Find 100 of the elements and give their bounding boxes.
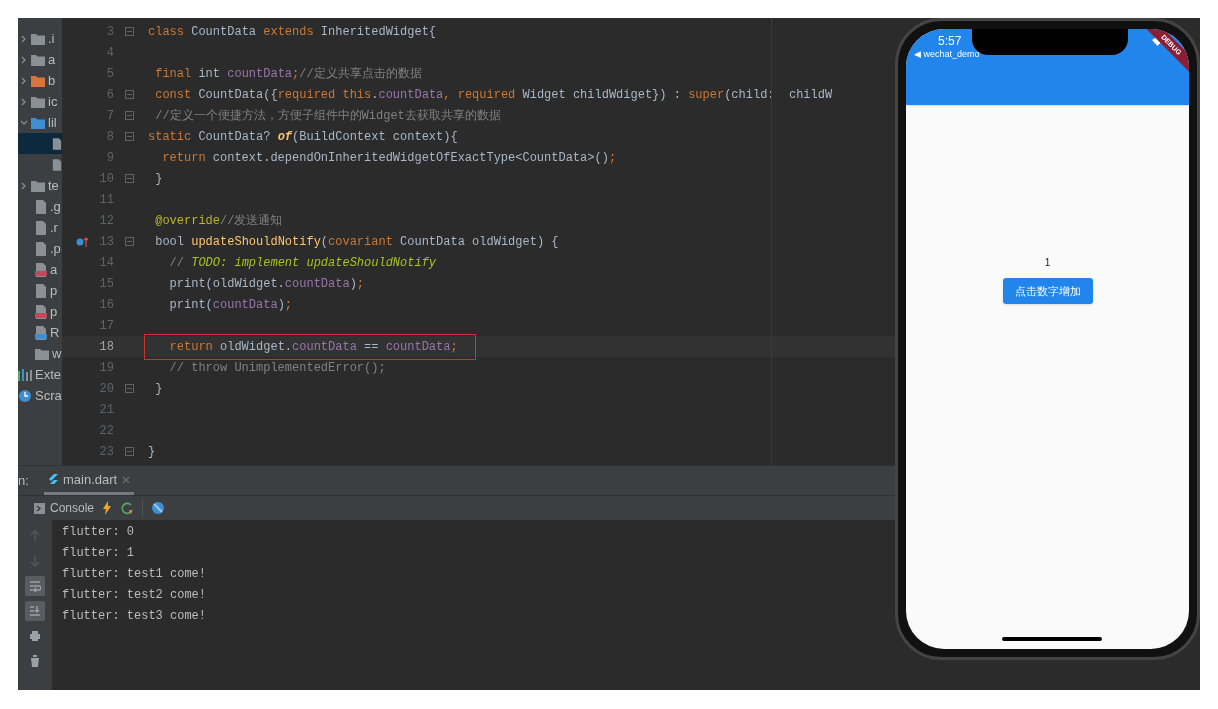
tree-item-label: R bbox=[50, 323, 60, 342]
trash-icon bbox=[29, 655, 41, 667]
fold-marker-icon[interactable] bbox=[124, 447, 134, 456]
console-line: flutter: test3 come! bbox=[62, 608, 208, 625]
fold-marker-icon[interactable] bbox=[124, 384, 134, 393]
console-tool-button[interactable] bbox=[25, 576, 45, 596]
chevron-right-icon[interactable] bbox=[20, 34, 28, 43]
chevron-right-icon[interactable] bbox=[20, 76, 28, 85]
clock-icon bbox=[18, 388, 32, 403]
counter-text: 1 bbox=[1044, 256, 1051, 270]
tree-item-label: a bbox=[48, 50, 56, 69]
tree-item[interactable]: a bbox=[18, 49, 62, 70]
tree-item[interactable]: b bbox=[18, 70, 62, 91]
tree-item[interactable]: R bbox=[18, 322, 62, 343]
line-number: 11 bbox=[99, 191, 114, 209]
console-line: flutter: test2 come! bbox=[62, 587, 208, 604]
code-line: static CountData? of(BuildContext context){ bbox=[148, 128, 458, 146]
up-arrow-icon bbox=[29, 530, 41, 542]
lightning-icon[interactable] bbox=[102, 501, 113, 515]
folder-icon bbox=[35, 347, 49, 360]
line-number: 16 bbox=[99, 296, 114, 314]
tree-item[interactable]: p bbox=[18, 301, 62, 322]
file-icon bbox=[35, 199, 47, 214]
tree-item[interactable]: .r bbox=[18, 217, 62, 238]
code-line: @override//发送通知 bbox=[154, 212, 283, 230]
globe-icon[interactable] bbox=[151, 501, 166, 515]
terminal-icon bbox=[34, 502, 45, 514]
code-line: return context.dependOnInheritedWidgetOfExactType<CountData>(); bbox=[161, 149, 617, 167]
tree-item[interactable] bbox=[18, 133, 62, 154]
line-number: 10 bbox=[99, 170, 114, 188]
back-app-link[interactable]: ◀ wechat_demo bbox=[914, 48, 980, 62]
line-number: 22 bbox=[99, 422, 114, 440]
fold-marker-icon[interactable] bbox=[124, 174, 134, 183]
code-line: } bbox=[154, 170, 163, 188]
tree-item-label: p bbox=[50, 302, 58, 321]
override-marker-icon[interactable] bbox=[76, 235, 90, 248]
line-number: 12 bbox=[99, 212, 114, 230]
line-number: 17 bbox=[99, 317, 114, 335]
tree-item[interactable]: p bbox=[18, 280, 62, 301]
tree-item[interactable]: .p bbox=[18, 238, 62, 259]
tree-item-label: b bbox=[48, 71, 56, 90]
printer-icon bbox=[29, 630, 41, 642]
tree-item-label: p bbox=[50, 281, 58, 300]
line-number: 3 bbox=[106, 23, 114, 41]
line-number: 19 bbox=[99, 359, 114, 377]
tree-item-label: ic bbox=[48, 92, 58, 111]
tree-item-label: Scra bbox=[35, 386, 62, 405]
tree-item-label: .r bbox=[50, 218, 58, 237]
chevron-right-icon[interactable] bbox=[20, 97, 28, 106]
console-line: flutter: 0 bbox=[62, 524, 135, 541]
line-number: 9 bbox=[106, 149, 114, 167]
tree-item-label: a bbox=[50, 260, 58, 279]
tree-item-label: .i bbox=[48, 29, 55, 48]
console-tab[interactable]: Console bbox=[34, 499, 95, 517]
tree-item[interactable]: lil bbox=[18, 112, 62, 133]
code-line: } bbox=[148, 443, 156, 461]
tree-item-label: lil bbox=[48, 113, 57, 132]
folder-icon bbox=[31, 116, 45, 129]
code-line: const CountData({required this.countData, required Widget childWdiget}) : super(child: childW bbox=[154, 86, 833, 104]
fold-marker-icon[interactable] bbox=[124, 90, 134, 99]
refresh-icon[interactable] bbox=[120, 501, 135, 515]
chevron-right-icon[interactable] bbox=[20, 55, 28, 64]
folder-icon bbox=[31, 95, 45, 108]
tree-item[interactable]: a bbox=[18, 259, 62, 280]
increment-button[interactable]: 点击数字增加 bbox=[1002, 278, 1093, 304]
file-icon bbox=[35, 241, 47, 256]
code-line: // throw UnimplementedError(); bbox=[168, 359, 386, 377]
code-line: print(oldWidget.countData); bbox=[168, 275, 365, 293]
file-icon bbox=[35, 220, 47, 235]
fold-marker-icon[interactable] bbox=[124, 27, 134, 36]
tree-item-label: .g bbox=[50, 197, 61, 216]
fold-marker-icon[interactable] bbox=[124, 132, 134, 141]
code-line: final int countData;//定义共享点击的数据 bbox=[154, 65, 422, 83]
line-number: 8 bbox=[106, 128, 114, 146]
line-number: 21 bbox=[99, 401, 114, 419]
line-number: 20 bbox=[99, 380, 114, 398]
console-line: flutter: 1 bbox=[62, 545, 135, 562]
down-arrow-icon bbox=[29, 555, 41, 567]
fold-marker-icon[interactable] bbox=[124, 111, 134, 120]
tree-item-label: Exte bbox=[35, 365, 61, 384]
fold-marker-icon[interactable] bbox=[124, 237, 134, 246]
line-number: 5 bbox=[106, 65, 114, 83]
console-tool-button[interactable] bbox=[25, 601, 45, 621]
file-icon bbox=[35, 283, 47, 298]
close-icon[interactable] bbox=[122, 475, 131, 484]
tree-item[interactable]: .g bbox=[18, 196, 62, 217]
chevron-down-icon[interactable] bbox=[20, 118, 28, 127]
line-number: 6 bbox=[106, 86, 114, 104]
tree-item[interactable]: Scra bbox=[18, 385, 62, 406]
line-number: 18 bbox=[99, 338, 114, 356]
scroll-to-end-icon bbox=[29, 605, 41, 617]
tree-item[interactable]: Exte bbox=[18, 364, 62, 385]
console-line: flutter: test1 come! bbox=[62, 566, 208, 583]
tree-item[interactable]: te bbox=[18, 175, 62, 196]
bar-chart-icon bbox=[18, 368, 32, 381]
tree-item[interactable]: .i bbox=[18, 28, 62, 49]
tree-item[interactable]: w bbox=[18, 343, 62, 364]
tree-item[interactable]: ic bbox=[18, 91, 62, 112]
chevron-right-icon[interactable] bbox=[20, 181, 28, 190]
folder-icon bbox=[31, 53, 45, 66]
